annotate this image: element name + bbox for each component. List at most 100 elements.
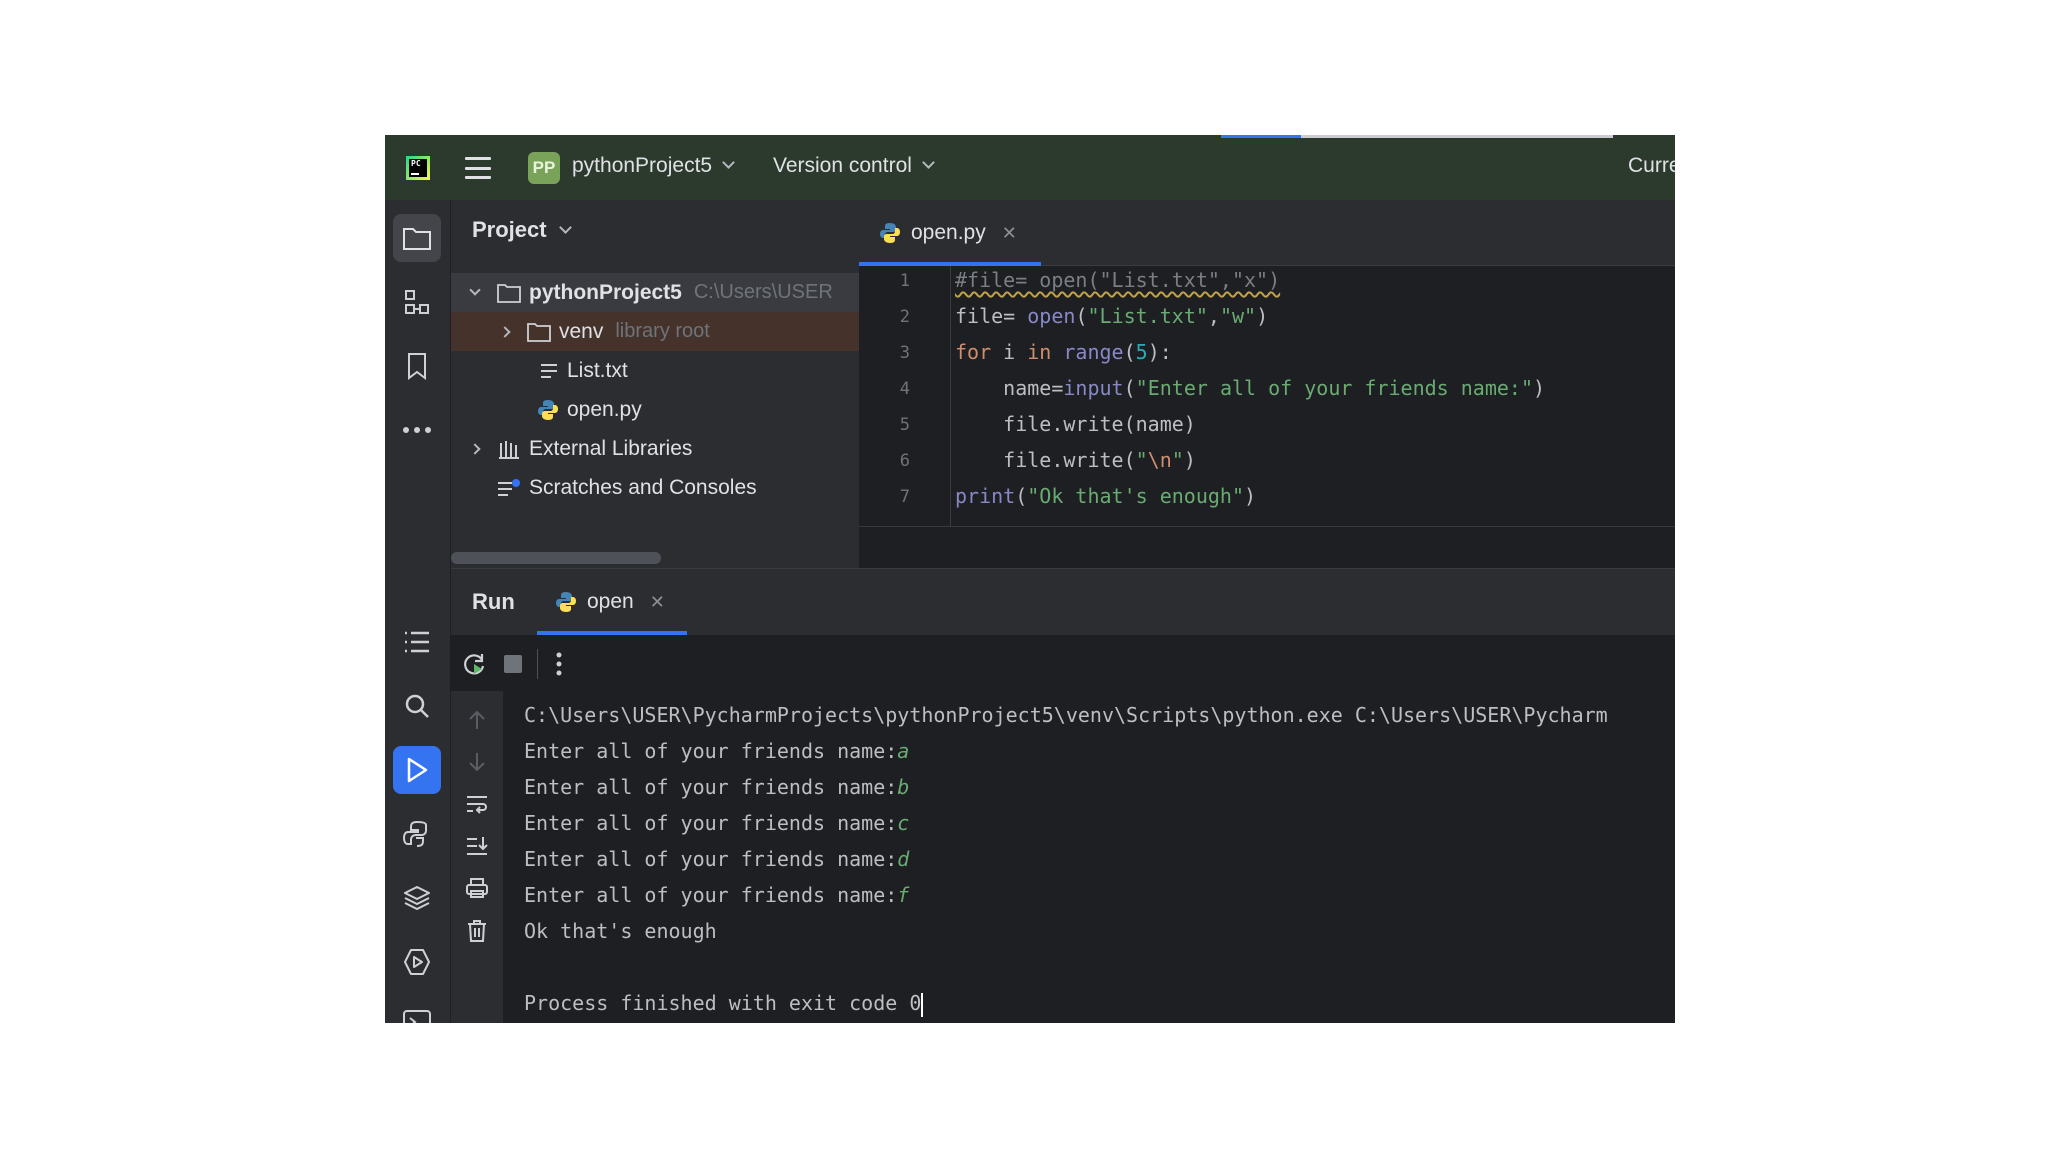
project-tool-window: Project pythonProject5 C:\Users\USER ven… — [451, 200, 859, 568]
console-prompt: Enter all of your friends name: — [524, 847, 898, 871]
scroll-to-end-icon[interactable] — [465, 835, 489, 857]
string-token: "Enter all of your friends name:" — [1135, 376, 1534, 400]
tree-item-venv[interactable]: venv library root — [451, 312, 859, 351]
chevron-down-icon — [558, 221, 572, 234]
tree-item-external-libraries[interactable]: External Libraries — [451, 429, 859, 468]
tree-item-label: open.py — [567, 397, 642, 421]
python-file-icon — [556, 592, 576, 612]
title-bar-highlight — [1301, 135, 1613, 138]
code-token: ) — [1533, 376, 1546, 400]
code-line-1[interactable]: #file= open("List.txt","x") — [955, 268, 1280, 292]
code-line-4[interactable]: name=input("Enter all of your friends na… — [955, 376, 1545, 400]
console-user-input: f — [897, 883, 910, 907]
project-horizontal-scrollbar[interactable] — [451, 552, 661, 564]
console-user-input: b — [897, 775, 910, 799]
console-user-input: c — [897, 811, 910, 835]
toolbar-separator — [537, 649, 538, 679]
project-switcher[interactable]: pythonProject5 — [572, 154, 735, 178]
main-menu-icon[interactable] — [465, 157, 491, 179]
rerun-icon[interactable] — [461, 651, 487, 677]
code-token: = — [1051, 376, 1064, 400]
more-vertical-icon[interactable] — [555, 651, 563, 677]
pycharm-logo-icon[interactable]: PC — [406, 156, 430, 180]
run-toolbar — [451, 635, 1675, 691]
chevron-right-icon[interactable] — [469, 442, 481, 455]
soft-wrap-icon[interactable] — [465, 793, 489, 815]
chevron-right-icon[interactable] — [499, 325, 511, 338]
stop-icon[interactable] — [504, 655, 522, 673]
arrow-down-icon[interactable] — [467, 751, 487, 773]
folder-icon — [527, 322, 551, 342]
console-exit-message: Process finished with exit code 0 — [524, 991, 922, 1015]
console-prompt: Enter all of your friends name: — [524, 775, 898, 799]
code-token: = — [1003, 304, 1028, 328]
structure-icon — [405, 290, 429, 314]
bookmark-icon — [408, 353, 426, 380]
todo-tool-button[interactable] — [393, 618, 441, 666]
ide-window: PC PP pythonProject5 Version control Cur… — [385, 135, 1675, 1023]
python-console-tool-button[interactable] — [393, 810, 441, 858]
close-icon[interactable]: ✕ — [650, 592, 665, 613]
title-bar: PC PP pythonProject5 Version control Cur… — [385, 135, 1675, 200]
chevron-down-icon[interactable] — [469, 283, 481, 296]
console-line: Enter all of your friends name:d — [524, 847, 909, 871]
editor-tab-open-py[interactable]: open.py ✕ — [859, 200, 1041, 266]
tree-item-open-py[interactable]: open.py — [451, 390, 859, 429]
structure-tool-button[interactable] — [393, 278, 441, 326]
console-prompt: Enter all of your friends name: — [524, 739, 898, 763]
project-panel-title-text: Project — [472, 217, 547, 242]
keyword-token: in — [1027, 340, 1052, 364]
project-panel-title[interactable]: Project — [472, 217, 572, 243]
code-line-7[interactable]: print("Ok that's enough") — [955, 484, 1256, 508]
version-control-label: Version control — [773, 154, 912, 177]
run-tab-label: open — [587, 590, 634, 613]
terminal-tool-button[interactable] — [393, 998, 441, 1023]
more-tools-button[interactable] — [393, 406, 441, 454]
tree-item-project-root[interactable]: pythonProject5 C:\Users\USER — [451, 273, 859, 312]
builtin-token: print — [955, 484, 1016, 508]
bookmarks-tool-button[interactable] — [393, 342, 441, 390]
arrow-up-icon[interactable] — [467, 709, 487, 731]
print-icon[interactable] — [465, 877, 489, 899]
code-token: ) — [1256, 304, 1269, 328]
tree-item-list-txt[interactable]: List.txt — [451, 351, 859, 390]
code-line-2[interactable]: file= open("List.txt","w") — [955, 304, 1268, 328]
console-line: Enter all of your friends name:f — [524, 883, 909, 907]
search-tool-button[interactable] — [393, 682, 441, 730]
code-token: ( — [1123, 376, 1136, 400]
code-line-5[interactable]: file.write(name) — [955, 412, 1196, 436]
trash-icon[interactable] — [466, 919, 488, 943]
version-control-menu[interactable]: Version control — [773, 154, 935, 178]
line-number: 3 — [899, 343, 910, 363]
code-token: , — [1207, 304, 1220, 328]
code-token: ) — [1183, 448, 1196, 472]
services-tool-button[interactable] — [393, 938, 441, 986]
project-badge[interactable]: PP — [528, 152, 560, 184]
services-icon — [404, 949, 430, 975]
progress-indicator — [1221, 135, 1301, 138]
line-number-gutter: 1 2 3 4 5 6 7 — [859, 266, 951, 526]
run-icon — [407, 757, 428, 783]
string-token: "w" — [1219, 304, 1257, 328]
close-icon[interactable]: ✕ — [1002, 223, 1017, 244]
run-tab-open[interactable]: open ✕ — [537, 569, 687, 635]
text-file-icon — [541, 363, 557, 378]
run-tool-button[interactable] — [393, 746, 441, 794]
builtin-token: input — [1063, 376, 1124, 400]
more-horizontal-icon — [403, 427, 431, 433]
python-packages-tool-button[interactable] — [393, 874, 441, 922]
folder-icon — [497, 283, 521, 303]
tree-item-label: External Libraries — [529, 436, 693, 460]
code-line-3[interactable]: for i in range(5): — [955, 340, 1172, 364]
chevron-down-icon — [922, 156, 935, 169]
code-line-6[interactable]: file.write("\n") — [955, 448, 1196, 472]
console-side-toolbar — [451, 691, 503, 1023]
tree-item-scratches[interactable]: Scratches and Consoles — [451, 468, 859, 507]
project-tool-button[interactable] — [393, 214, 441, 262]
run-configuration-selector[interactable]: Curre — [1628, 154, 1675, 178]
builtin-token: range — [1063, 340, 1124, 364]
escape-token: \n — [1147, 448, 1172, 472]
line-number: 2 — [899, 307, 910, 327]
left-tool-strip — [385, 200, 451, 1023]
